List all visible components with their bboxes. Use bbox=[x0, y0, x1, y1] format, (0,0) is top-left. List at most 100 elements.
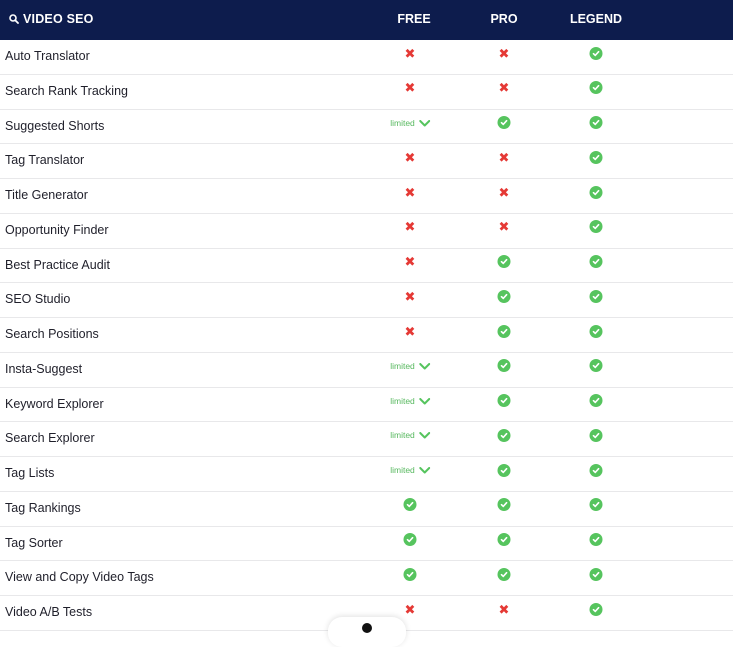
cell-legend bbox=[589, 461, 603, 479]
cell-free: limited bbox=[390, 461, 430, 479]
cell-legend bbox=[589, 531, 603, 549]
table-row: Search Explorer limited bbox=[0, 422, 733, 457]
chevron-down-icon bbox=[418, 357, 430, 375]
cell-legend bbox=[589, 496, 603, 514]
check-circle-icon bbox=[589, 463, 603, 477]
cell-legend bbox=[589, 253, 603, 271]
table-row: Tag Sorter bbox=[0, 527, 733, 562]
x-icon: ✖ bbox=[404, 601, 416, 617]
table-row: SEO Studio ✖ bbox=[0, 283, 733, 318]
x-icon: ✖ bbox=[498, 45, 510, 61]
x-icon: ✖ bbox=[404, 184, 416, 200]
cell-free bbox=[403, 531, 417, 549]
cell-pro: ✖ bbox=[499, 218, 510, 236]
column-header-free: FREE bbox=[397, 12, 431, 26]
search-icon bbox=[9, 14, 19, 24]
chevron-down-icon bbox=[418, 392, 430, 410]
check-circle-icon bbox=[589, 289, 603, 303]
feature-label: Suggested Shorts bbox=[5, 118, 105, 133]
header-title-text: VIDEO SEO bbox=[23, 12, 94, 26]
check-circle-icon bbox=[497, 463, 511, 477]
cell-legend bbox=[589, 392, 603, 410]
cell-pro bbox=[497, 322, 511, 340]
cell-free: ✖ bbox=[405, 218, 416, 236]
feature-label: Tag Lists bbox=[5, 466, 55, 480]
x-icon: ✖ bbox=[498, 149, 510, 165]
check-circle-icon bbox=[589, 428, 603, 442]
cell-legend bbox=[589, 183, 603, 201]
table-row: Opportunity Finder ✖ ✖ bbox=[0, 214, 733, 249]
limited-label: limited bbox=[390, 360, 415, 371]
cell-legend bbox=[589, 79, 603, 97]
check-circle-icon bbox=[497, 428, 511, 442]
check-circle-icon bbox=[589, 81, 603, 95]
check-circle-icon bbox=[497, 289, 511, 303]
limited-indicator[interactable]: limited bbox=[390, 114, 430, 132]
cell-legend bbox=[589, 44, 603, 62]
check-circle-icon bbox=[589, 359, 603, 373]
header-title: VIDEO SEO bbox=[9, 12, 94, 26]
cell-legend bbox=[589, 218, 603, 236]
check-circle-icon bbox=[589, 220, 603, 234]
x-icon: ✖ bbox=[498, 601, 510, 617]
feature-table-body: Auto Translator ✖ ✖ Search Rank Tracking ✖ ✖ S… bbox=[0, 40, 733, 631]
bottom-tab[interactable] bbox=[328, 617, 406, 647]
feature-label: Tag Rankings bbox=[5, 500, 81, 515]
cell-pro: ✖ bbox=[499, 148, 510, 166]
cell-pro: ✖ bbox=[499, 183, 510, 201]
feature-label: Search Positions bbox=[5, 327, 99, 341]
cell-free: ✖ bbox=[405, 253, 416, 271]
feature-label: Search Rank Tracking bbox=[5, 83, 128, 98]
limited-indicator[interactable]: limited bbox=[390, 426, 430, 444]
table-row: Tag Rankings bbox=[0, 492, 733, 527]
check-circle-icon bbox=[497, 359, 511, 373]
cell-pro bbox=[497, 426, 511, 444]
check-circle-icon bbox=[497, 567, 511, 581]
x-icon: ✖ bbox=[404, 254, 416, 269]
check-circle-icon bbox=[589, 394, 603, 407]
check-circle-icon bbox=[589, 116, 603, 129]
cell-free: ✖ bbox=[405, 287, 416, 305]
cell-free: ✖ bbox=[405, 600, 416, 618]
x-icon: ✖ bbox=[404, 219, 416, 235]
x-icon: ✖ bbox=[404, 149, 416, 165]
cell-free: limited bbox=[390, 357, 430, 375]
check-circle-icon bbox=[589, 185, 603, 199]
limited-indicator[interactable]: limited bbox=[390, 357, 430, 375]
check-circle-icon bbox=[497, 533, 511, 546]
cell-free bbox=[403, 496, 417, 514]
check-circle-icon bbox=[403, 567, 417, 581]
check-circle-icon bbox=[589, 150, 603, 164]
feature-label: Opportunity Finder bbox=[5, 222, 109, 237]
check-circle-icon bbox=[589, 602, 603, 616]
limited-indicator[interactable]: limited bbox=[390, 461, 430, 479]
limited-indicator[interactable]: limited bbox=[390, 392, 430, 410]
check-circle-icon bbox=[589, 255, 603, 268]
check-circle-icon bbox=[497, 394, 511, 407]
feature-label: Title Generator bbox=[5, 188, 88, 202]
cell-free: ✖ bbox=[405, 79, 416, 97]
feature-label: Keyword Explorer bbox=[5, 396, 104, 411]
cell-pro bbox=[497, 287, 511, 305]
cell-pro bbox=[497, 392, 511, 410]
limited-label: limited bbox=[390, 430, 415, 441]
feature-label: Best Practice Audit bbox=[5, 257, 110, 272]
table-header: VIDEO SEO FREE PRO LEGEND bbox=[0, 0, 733, 40]
chevron-down-icon bbox=[418, 426, 430, 444]
feature-label: Tag Translator bbox=[5, 153, 85, 168]
cell-legend bbox=[589, 565, 603, 583]
cell-pro bbox=[497, 496, 511, 514]
cell-legend bbox=[589, 322, 603, 340]
feature-label: SEO Studio bbox=[5, 292, 71, 307]
check-circle-icon bbox=[403, 533, 417, 546]
cell-legend bbox=[589, 600, 603, 618]
feature-label: View and Copy Video Tags bbox=[5, 570, 154, 585]
table-row: Title Generator ✖ ✖ bbox=[0, 179, 733, 214]
table-row: Search Positions ✖ bbox=[0, 318, 733, 353]
cell-free: limited bbox=[390, 114, 430, 132]
cell-pro bbox=[497, 461, 511, 479]
x-icon: ✖ bbox=[498, 219, 510, 235]
cell-free: ✖ bbox=[405, 322, 416, 340]
feature-label: Search Explorer bbox=[5, 431, 95, 446]
feature-label: Tag Sorter bbox=[5, 535, 63, 550]
